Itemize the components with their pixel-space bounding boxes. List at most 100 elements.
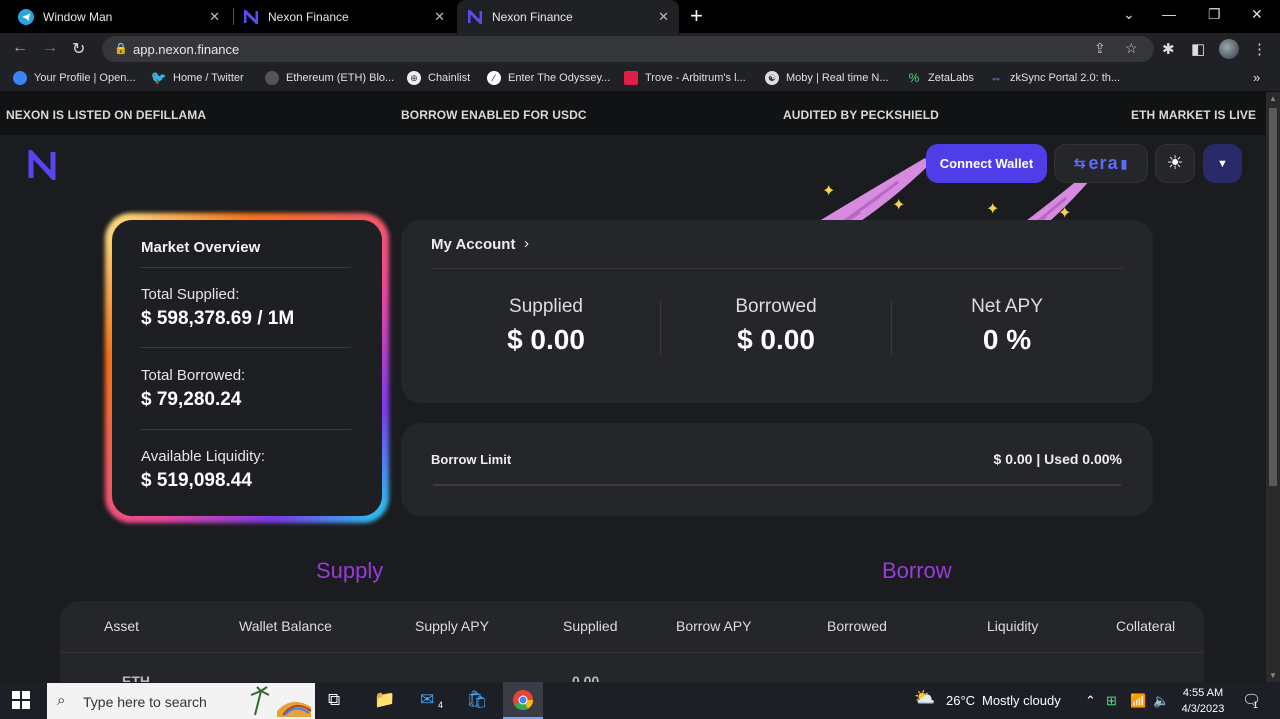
odyssey-icon: ⁄ <box>487 71 501 85</box>
chrome-icon <box>513 690 533 710</box>
file-explorer-icon[interactable]: 📁 <box>374 690 395 710</box>
side-panel-icon[interactable]: ◧ <box>1191 40 1205 58</box>
store-icon[interactable]: 🛍 <box>466 690 488 710</box>
address-bar-row: ← → ↻ 🔒 app.nexon.finance ⇪ ☆ <box>0 33 1280 65</box>
bookmark-item[interactable]: Trove - Arbitrum's l... <box>624 71 746 85</box>
taskbar-clock[interactable]: 4:55 AM 4/3/2023 <box>1178 685 1228 717</box>
scroll-down-icon[interactable]: ▼ <box>1269 671 1277 680</box>
divider <box>141 267 351 268</box>
nexon-logo[interactable] <box>28 146 56 184</box>
my-account-link[interactable]: My Account <box>431 236 515 253</box>
asset-name[interactable]: ETH <box>122 673 150 682</box>
supplied-label: Supplied <box>509 296 583 317</box>
notification-count: 1 <box>1253 700 1259 710</box>
openai-icon <box>13 71 27 85</box>
ticker-item: ETH MARKET IS LIVE <box>1131 108 1257 122</box>
more-bookmarks-icon[interactable]: » <box>1253 70 1260 85</box>
bookmark-star-icon[interactable]: ☆ <box>1125 40 1138 57</box>
tray-chevron-icon[interactable]: ⌃ <box>1085 693 1096 709</box>
tab-search-icon[interactable]: ⌄ <box>1123 6 1135 23</box>
bookmark-item[interactable]: ⇔ zkSync Portal 2.0: th... <box>989 71 1120 85</box>
ticker-item: AUDITED BY PECKSHIELD <box>783 108 939 122</box>
tab-nexon-finance[interactable]: Nexon Finance ✕ <box>233 0 455 33</box>
net-apy-label: Net APY <box>971 296 1043 317</box>
back-icon[interactable]: ← <box>12 39 28 57</box>
mail-icon[interactable]: ✉ <box>420 690 434 710</box>
tray-app-icon[interactable]: ⊞ <box>1106 693 1117 709</box>
bookmark-item[interactable]: Your Profile | Open... <box>13 71 136 85</box>
window-close-icon[interactable]: ✕ <box>1251 6 1263 23</box>
close-icon[interactable]: ✕ <box>209 9 220 25</box>
close-icon[interactable]: ✕ <box>434 9 445 25</box>
dropdown-menu-button[interactable]: ▼ <box>1203 144 1242 183</box>
connect-wallet-button[interactable]: Connect Wallet <box>926 144 1047 183</box>
bookmark-item[interactable]: % ZetaLabs <box>907 71 974 85</box>
supplied-value: $ 0.00 <box>507 324 585 355</box>
chevron-right-icon[interactable]: › <box>524 235 529 252</box>
speaker-icon[interactable]: 🔈 <box>1153 693 1169 709</box>
column-header: Supplied <box>563 618 618 634</box>
extensions-icon[interactable]: ✱ <box>1162 40 1175 58</box>
search-highlight-illustration <box>247 685 313 717</box>
wifi-icon[interactable]: 📶 <box>1130 693 1146 709</box>
taskbar-search-box[interactable]: ⌕ Type here to search <box>47 683 315 719</box>
search-icon: ⌕ <box>57 692 66 709</box>
announcement-ticker: NEXON IS LISTED ON DEFILLAMA BORROW ENAB… <box>0 92 1266 135</box>
bookmark-item[interactable]: ☯ Moby | Real time N... <box>765 71 889 85</box>
zksync-arrows-icon: ⇆ <box>1073 155 1087 171</box>
browser-menu-icon[interactable]: ⋮ <box>1252 40 1267 58</box>
theme-toggle-button[interactable]: ☀ <box>1155 144 1195 183</box>
restore-icon[interactable]: ❐ <box>1208 6 1221 23</box>
column-header: Wallet Balance <box>239 618 332 634</box>
bookmarks-bar: Your Profile | Open... 🐦 Home / Twitter E… <box>0 65 1280 92</box>
new-tab-icon[interactable]: + <box>690 3 703 29</box>
profile-avatar[interactable] <box>1219 39 1239 59</box>
twitter-icon: 🐦 <box>150 70 168 85</box>
windows-start-icon[interactable] <box>12 691 30 714</box>
bookmark-item[interactable]: ⁄ Enter The Odyssey... <box>487 71 610 85</box>
borrow-limit-label: Borrow Limit <box>431 452 512 467</box>
close-icon[interactable]: ✕ <box>658 9 669 25</box>
tab-window-man[interactable]: Window Man ✕ <box>8 0 230 33</box>
tab-title: Window Man <box>43 9 113 24</box>
weather-cloudy-icon: ⛅ <box>914 688 936 707</box>
tab-nexon-finance-active[interactable]: Nexon Finance ✕ <box>457 0 679 33</box>
weather-temp[interactable]: 26°C <box>946 693 975 708</box>
supply-heading: Supply <box>316 558 384 583</box>
page-scrollbar[interactable]: ▲ ▼ <box>1266 92 1280 682</box>
minimize-icon[interactable]: — <box>1162 6 1176 22</box>
column-header: Borrowed <box>827 618 887 634</box>
ticker-item: BORROW ENABLED FOR USDC <box>401 108 587 122</box>
moby-icon: ☯ <box>765 71 779 85</box>
scroll-up-icon[interactable]: ▲ <box>1269 94 1277 103</box>
borrow-limit-progress-bar <box>433 484 1121 486</box>
column-header: Liquidity <box>987 618 1039 634</box>
svg-text:✦: ✦ <box>986 201 999 218</box>
tab-title: Nexon Finance <box>492 9 573 24</box>
notifications-icon[interactable]: 🗨 <box>1242 691 1261 709</box>
task-view-icon[interactable]: ⧉ <box>328 690 340 710</box>
network-label: era <box>1088 153 1119 173</box>
divider <box>141 347 351 348</box>
weather-text[interactable]: Mostly cloudy <box>982 693 1061 708</box>
bookmark-item[interactable]: Ethereum (ETH) Blo... <box>265 71 394 85</box>
network-selector-button[interactable]: ⇆ era ▮ <box>1054 144 1148 183</box>
etherscan-icon <box>265 71 279 85</box>
bookmark-item[interactable]: 🐦 Home / Twitter <box>150 70 244 85</box>
share-icon[interactable]: ⇪ <box>1094 40 1106 57</box>
telegram-icon <box>18 8 34 25</box>
chrome-taskbar-button[interactable] <box>503 682 543 719</box>
url-text: app.nexon.finance <box>133 42 240 57</box>
forward-icon[interactable]: → <box>42 39 58 57</box>
bookmark-item[interactable]: ⊕ Chainlist <box>407 71 470 85</box>
liquidity-label: Available Liquidity: <box>141 448 265 465</box>
clock-date: 4/3/2023 <box>1181 703 1225 715</box>
total-borrowed-value: $ 79,280.24 <box>141 389 242 410</box>
url-input[interactable]: 🔒 app.nexon.finance ⇪ ☆ <box>102 36 1154 62</box>
total-borrowed-label: Total Borrowed: <box>141 367 246 384</box>
market-overview-card: Market Overview Total Supplied: $ 598,37… <box>112 220 382 516</box>
scrollbar-thumb[interactable] <box>1269 108 1277 486</box>
windows-taskbar: ⌕ Type here to search ⧉ 📁 ✉ 4 🛍 ⛅ 26°C M… <box>0 682 1280 719</box>
search-placeholder: Type here to search <box>83 694 207 710</box>
reload-icon[interactable]: ↻ <box>72 39 85 59</box>
